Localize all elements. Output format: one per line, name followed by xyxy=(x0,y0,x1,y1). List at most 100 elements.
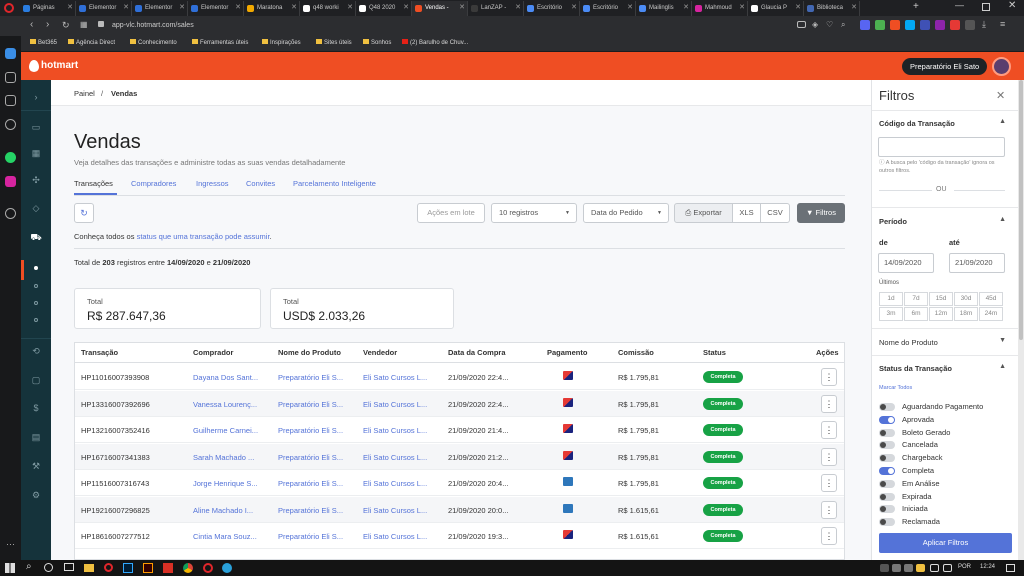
bookmark-item[interactable]: (2) Barulho de Chuv... xyxy=(402,39,468,46)
product-link[interactable]: Preparatório Eli S... xyxy=(278,453,356,462)
product-link[interactable]: Preparatório Eli S... xyxy=(278,373,356,382)
bookmark-item[interactable]: Ferramentas úteis xyxy=(192,39,248,46)
status-toggle[interactable] xyxy=(879,454,895,463)
calendar-icon[interactable]: ▦ xyxy=(29,148,43,160)
row-actions-button[interactable]: ⋮ xyxy=(821,500,837,519)
history-icon[interactable] xyxy=(5,119,16,130)
buyer-link[interactable]: Guilherme Carnei... xyxy=(193,426,271,435)
product-link[interactable]: Preparatório Eli S... xyxy=(278,479,356,488)
chat-icon[interactable]: ▢ xyxy=(29,375,43,387)
close-tab-icon[interactable]: ✕ xyxy=(571,1,577,15)
product-link[interactable]: Preparatório Eli S... xyxy=(278,426,356,435)
row-actions-button[interactable]: ⋮ xyxy=(821,368,837,386)
network-icon[interactable]: ✣ xyxy=(29,175,43,187)
pin-icon[interactable] xyxy=(5,208,16,219)
extension-icon[interactable] xyxy=(860,20,870,30)
range-button-6m[interactable]: 6m xyxy=(904,307,928,321)
subnav-dot[interactable] xyxy=(34,266,38,270)
apply-filters-button[interactable]: Aplicar Filtros xyxy=(879,533,1012,553)
avatar[interactable] xyxy=(992,57,1011,76)
status-toggle[interactable] xyxy=(879,492,895,501)
grid-icon[interactable]: ▦ xyxy=(80,20,88,29)
seller-link[interactable]: Eli Sato Cursos L... xyxy=(363,506,441,515)
tray-icon[interactable] xyxy=(904,564,913,572)
subnav-dot[interactable] xyxy=(34,301,38,305)
buyer-link[interactable]: Jorge Henrique S... xyxy=(193,479,271,488)
range-button-3m[interactable]: 3m xyxy=(879,307,903,321)
close-tab-icon[interactable]: ✕ xyxy=(123,1,129,15)
close-tab-icon[interactable]: ✕ xyxy=(683,1,689,15)
browser-tab[interactable]: Elementor ✕ xyxy=(188,1,244,16)
scrollbar[interactable] xyxy=(1018,80,1024,560)
settings-icon[interactable]: ⚙ xyxy=(29,490,43,502)
browser-tab[interactable]: Elementor ✕ xyxy=(132,1,188,16)
clock[interactable]: 12:24 xyxy=(980,564,995,570)
table-row[interactable]: HP11516007316743 Jorge Henrique S... Prepa… xyxy=(75,470,844,496)
close-tab-icon[interactable]: ✕ xyxy=(515,1,521,15)
range-button-24m[interactable]: 24m xyxy=(979,307,1003,321)
wifi-icon[interactable] xyxy=(930,564,939,572)
status-toggle[interactable] xyxy=(879,505,895,514)
close-tab-icon[interactable]: ✕ xyxy=(67,1,73,15)
tray-icon[interactable] xyxy=(892,564,901,572)
extension-icon[interactable] xyxy=(935,20,945,30)
row-actions-button[interactable]: ⋮ xyxy=(821,474,837,492)
tray-icon[interactable] xyxy=(916,564,925,572)
row-actions-button[interactable]: ⋮ xyxy=(821,447,837,466)
range-button-30d[interactable]: 30d xyxy=(954,292,978,306)
buyer-link[interactable]: Aline Machado I... xyxy=(193,506,271,515)
range-button-1d[interactable]: 1d xyxy=(879,292,903,306)
file-explorer-icon[interactable] xyxy=(84,564,94,572)
table-row[interactable]: HP18616007277512 Cintia Mara Souz... Prepa… xyxy=(75,523,844,549)
close-tab-icon[interactable]: ✕ xyxy=(403,1,409,15)
product-link[interactable]: Preparatório Eli S... xyxy=(278,532,356,541)
status-toggle[interactable] xyxy=(879,403,895,411)
seller-link[interactable]: Eli Sato Cursos L... xyxy=(363,426,441,435)
cortana-icon[interactable] xyxy=(44,563,53,572)
windows-start-icon[interactable] xyxy=(5,563,15,573)
expand-sidebar-icon[interactable]: › xyxy=(29,92,43,104)
table-row[interactable]: HP13316007392696 Vanessa Lourenç... Prepar… xyxy=(75,390,844,417)
tab-parcelamento[interactable]: Parcelamento Inteligente xyxy=(293,179,376,188)
row-actions-button[interactable]: ⋮ xyxy=(821,394,837,413)
seller-link[interactable]: Eli Sato Cursos L... xyxy=(363,532,441,541)
bookmark-item[interactable]: Conhecimento xyxy=(130,39,177,46)
bulk-actions-button[interactable]: Ações em lote xyxy=(417,203,485,223)
speed-dial-icon[interactable] xyxy=(5,48,16,59)
export-button[interactable]: ⎙ Exportar xyxy=(674,203,733,223)
chrome-icon[interactable] xyxy=(183,563,193,573)
seller-link[interactable]: Eli Sato Cursos L... xyxy=(363,400,441,409)
status-toggle[interactable] xyxy=(879,518,895,526)
table-row[interactable]: HP11016007393908 Dayana Dos Sant... Prepar… xyxy=(75,364,844,390)
illustrator-icon[interactable] xyxy=(143,563,153,573)
close-tab-icon[interactable]: ✕ xyxy=(627,1,633,15)
minimize-button[interactable]: — xyxy=(955,0,964,10)
range-button-12m[interactable]: 12m xyxy=(929,307,953,321)
browser-tab[interactable]: Elementor ✕ xyxy=(76,1,132,16)
extension-icon[interactable] xyxy=(875,20,885,30)
back-icon[interactable]: ‹ xyxy=(30,19,33,30)
table-row[interactable]: HP16716007341383 Sarah Machado ... Prepara… xyxy=(75,443,844,470)
column-header[interactable]: Comprador xyxy=(193,348,233,357)
more-icon[interactable]: ⋯ xyxy=(5,539,16,550)
tab-convites[interactable]: Convites xyxy=(246,179,275,188)
status-info-link[interactable]: status que uma transação pode assumir xyxy=(137,232,270,241)
status-toggle[interactable] xyxy=(879,441,895,450)
refresh-button[interactable]: ↻ xyxy=(74,203,94,223)
shield-icon[interactable]: ◈ xyxy=(812,20,818,29)
menu-icon[interactable]: ≡ xyxy=(1000,19,1005,29)
browser-tab[interactable]: Vendas - ✕ xyxy=(412,1,468,16)
pdf-icon[interactable] xyxy=(163,563,173,573)
gift-icon[interactable] xyxy=(5,95,16,106)
browser-tab[interactable]: Mahmoud ✕ xyxy=(692,1,748,16)
subnav-dot[interactable] xyxy=(34,284,38,288)
subnav-dot[interactable] xyxy=(34,318,38,322)
status-toggle[interactable] xyxy=(879,467,895,475)
browser-tab[interactable]: Q48 2020 ✕ xyxy=(356,1,412,16)
table-row[interactable]: HP19216007296825 Aline Machado I... Prepar… xyxy=(75,496,844,523)
export-csv-button[interactable]: CSV xyxy=(760,203,790,223)
range-button-45d[interactable]: 45d xyxy=(979,292,1003,306)
status-toggle[interactable] xyxy=(879,479,895,488)
extension-icon[interactable] xyxy=(890,20,900,30)
instagram-icon[interactable] xyxy=(5,176,16,187)
